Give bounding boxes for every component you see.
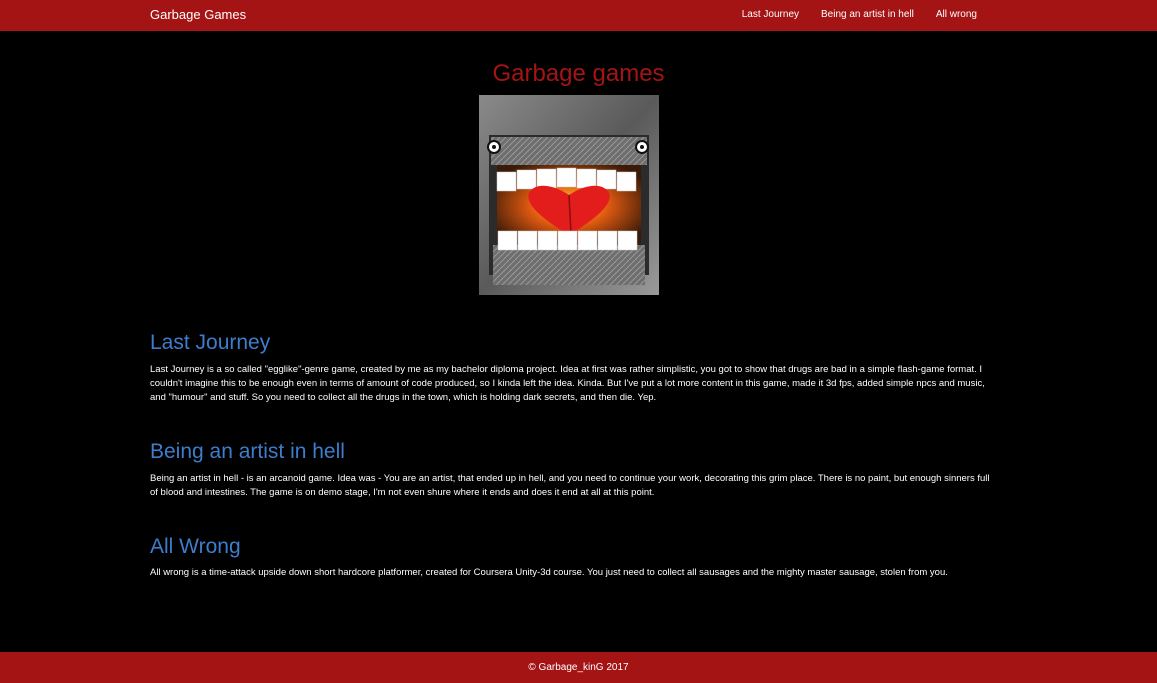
footer-copyright: © Garbage_kinG 2017 [528, 662, 629, 673]
section-title-being-an-artist-in-hell: Being an artist in hell [150, 440, 345, 463]
section-title-all-wrong: All Wrong [150, 535, 241, 558]
nav-link-all-wrong[interactable]: All wrong [936, 9, 977, 20]
nav-link-last-journey[interactable]: Last Journey [742, 9, 799, 20]
section-text-last-journey: Last Journey is a so called "egglike"-ge… [150, 364, 985, 403]
garbage-monster-mouth-image [479, 95, 659, 295]
nav-links: Last Journey Being an artist in hell All… [742, 9, 977, 20]
section-text-being-an-artist-in-hell: Being an artist in hell - is an arcanoid… [150, 473, 990, 498]
brand-link[interactable]: Garbage Games [150, 7, 246, 22]
site-title: Garbage games [492, 60, 665, 87]
section-text-all-wrong: All wrong is a time-attack upside down s… [150, 567, 948, 578]
footer: © Garbage_kinG 2017 [0, 652, 1157, 683]
section-title-last-journey: Last Journey [150, 331, 271, 354]
navbar: Garbage Games Last Journey Being an arti… [0, 0, 1157, 31]
nav-link-being-an-artist-in-hell[interactable]: Being an artist in hell [821, 9, 914, 20]
